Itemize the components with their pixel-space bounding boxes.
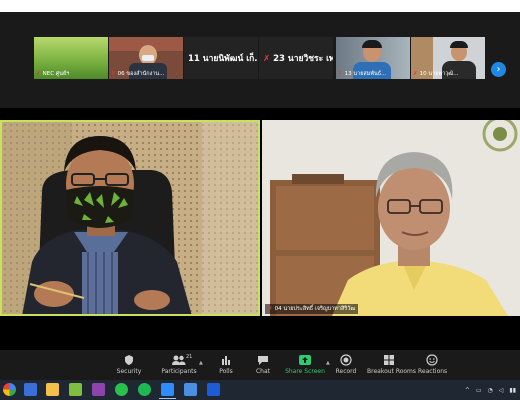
- participant-name-label: ✗ 13 นายสมพันธ์...: [338, 71, 387, 77]
- active-app-indicator: [159, 398, 176, 399]
- window-top-bar: [0, 0, 520, 12]
- participant-name-label: ✗23 นายวิชระ เพช...: [263, 54, 333, 64]
- polls-label: Polls: [219, 368, 233, 375]
- next-page-button[interactable]: ›: [491, 62, 506, 77]
- participant-name-label: ✗ 10 นายพาวุฒิ...: [413, 71, 459, 77]
- record-button[interactable]: Record: [334, 354, 358, 378]
- muted-mic-icon: ✗: [36, 71, 41, 77]
- participant-name-label: ✗ 04 นายประสิทธิ์ เจริญบาทาสิริวัฒ: [265, 304, 359, 314]
- windows-taskbar: ^ ▭ ◔ ◁ ▮▮: [0, 380, 520, 400]
- share-options-caret-icon[interactable]: ▲: [326, 360, 330, 366]
- participants-label: Participants: [161, 368, 197, 375]
- muted-mic-icon: ✗: [263, 54, 271, 64]
- participants-options-caret-icon[interactable]: ▲: [199, 360, 203, 366]
- participant-thumbnail[interactable]: ✗ 06 ของสำนักงาน...: [109, 37, 183, 79]
- outlook-icon[interactable]: [207, 383, 220, 396]
- polls-button[interactable]: Polls: [214, 354, 238, 378]
- record-icon: [340, 354, 352, 366]
- video-feed: [2, 122, 258, 314]
- chat-button[interactable]: Chat: [251, 354, 275, 378]
- participant-name-label: 11 นายนิพัฒน์ เก็...: [188, 54, 258, 64]
- reactions-label: Reactions: [418, 368, 448, 375]
- chrome-icon[interactable]: [3, 383, 16, 396]
- participant-thumbnail[interactable]: ✗23 นายวิชระ เพช...: [259, 37, 333, 79]
- zoom-icon[interactable]: [161, 383, 174, 396]
- participant-thumbnail[interactable]: ✗ 13 นายสมพันธ์...: [336, 37, 410, 79]
- video-feed: [262, 120, 520, 316]
- participant-thumbnail[interactable]: ✗ NEC ศูนย์ฯ: [34, 37, 108, 79]
- participants-button[interactable]: 21 Participants: [160, 354, 198, 378]
- visual-studio-icon[interactable]: [92, 383, 105, 396]
- chevron-up-icon[interactable]: ^: [465, 387, 470, 394]
- share-screen-button[interactable]: Share Screen: [285, 354, 325, 378]
- participants-icon: [172, 355, 186, 365]
- bar-chart-icon: [222, 356, 230, 365]
- spotify-icon[interactable]: [138, 383, 151, 396]
- video-tile-participant[interactable]: ✗ 04 นายประสิทธิ์ เจริญบาทาสิริวัฒ: [262, 120, 520, 316]
- security-button[interactable]: Security: [113, 354, 145, 378]
- user-icon[interactable]: [24, 383, 37, 396]
- clock-icon[interactable]: ▮▮: [509, 387, 516, 394]
- muted-mic-icon: ✗: [268, 306, 273, 312]
- participant-name-label: ✗ 06 ของสำนักงาน...: [111, 71, 165, 77]
- reactions-button[interactable]: Reactions: [418, 354, 448, 378]
- record-label: Record: [335, 368, 357, 375]
- share-screen-label: Share Screen: [285, 368, 325, 375]
- chevron-right-icon: ›: [496, 64, 501, 75]
- app-icon[interactable]: [184, 383, 197, 396]
- meeting-control-bar: Security 21 Participants ▲ Polls Chat Sh…: [0, 350, 520, 380]
- smiley-icon: [426, 354, 438, 366]
- speaker-icon[interactable]: ◁: [499, 387, 504, 394]
- system-tray: ^ ▭ ◔ ◁ ▮▮: [465, 384, 516, 396]
- shield-icon: [125, 355, 133, 365]
- participant-thumbnail[interactable]: 11 นายนิพัฒน์ เก็...: [184, 37, 258, 79]
- participant-name-label: ✗ NEC ศูนย์ฯ: [36, 71, 70, 77]
- share-screen-icon: [299, 355, 311, 365]
- network-icon[interactable]: ◔: [488, 387, 493, 394]
- muted-mic-icon: ✗: [338, 71, 343, 77]
- breakout-rooms-button[interactable]: Breakout Rooms: [367, 354, 417, 378]
- security-label: Security: [116, 368, 142, 375]
- file-explorer-icon[interactable]: [46, 383, 59, 396]
- muted-mic-icon: ✗: [111, 71, 116, 77]
- chat-label: Chat: [255, 368, 271, 375]
- app-icon[interactable]: [69, 383, 82, 396]
- line-icon[interactable]: [115, 383, 128, 396]
- breakout-rooms-label: Breakout Rooms: [367, 368, 417, 375]
- chat-bubble-icon: [258, 356, 268, 365]
- breakout-rooms-icon: [384, 355, 394, 365]
- muted-mic-icon: ✗: [413, 71, 418, 77]
- battery-icon[interactable]: ▭: [476, 387, 482, 394]
- participant-thumbnail[interactable]: ✗ 10 นายพาวุฒิ...: [411, 37, 485, 79]
- participants-count: 21: [186, 354, 193, 360]
- video-tile-active-speaker[interactable]: [0, 120, 260, 316]
- gallery-thumbnail-strip: ✗ NEC ศูนย์ฯ ✗ 06 ของสำนักงาน... 11 นายนิพ…: [0, 12, 520, 108]
